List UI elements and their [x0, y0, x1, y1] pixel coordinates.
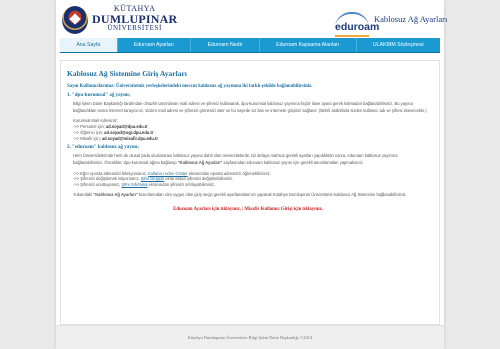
help-post: ekranından eposta adresinizi öğrenebilir…	[187, 170, 271, 176]
page-title: Kablosuz Ağ Sistemine Giriş Ayarları	[67, 69, 187, 78]
mail-value: ad.soyad@ogr.dpu.edu.tr	[104, 129, 154, 135]
mail-value: ad.soyad@misafir.dpu.edu.tr	[101, 135, 158, 141]
para2-bold: "Kablosuz Ağ Ayarları"	[93, 191, 138, 197]
help-pre: ->> Şifrenizi unuttuysanız,	[73, 182, 122, 188]
university-emblem-icon[interactable]	[62, 6, 88, 34]
university-name[interactable]: KÜTAHYA DUMLUPINAR ÜNİVERSİTESİ	[92, 5, 177, 32]
nav-item-eduroam-nedir[interactable]: Eduroam Nedir	[191, 38, 260, 52]
kullanici-adini-goster-link[interactable]: Kullanıcı Adını Göster	[148, 171, 188, 176]
sifre-degistir-link[interactable]: Şifre Değiştir	[141, 176, 164, 181]
sifre-sifirlama-link[interactable]: Şifre Sıfırlama	[121, 182, 147, 187]
nav-item-ulakbim-sozlesmesi[interactable]: ULAKBİM Sözleşmesi	[357, 38, 440, 52]
main-content: Kablosuz Ağ Sistemine Giriş Ayarları Say…	[60, 60, 440, 325]
mail-value: ad.soyad@dpu.edu.tr	[106, 123, 148, 129]
main-nav: Ana Sayfa Eduroam Ayarları Eduroam Nedir…	[60, 38, 440, 53]
para2-a: Yukarıdaki	[73, 191, 94, 197]
mail-prefix: ->> Öğrenci için;	[73, 129, 105, 135]
eduroam-logo-text: eduroam	[335, 21, 380, 33]
eduroam-underline	[335, 35, 369, 37]
eduroam-ayarlari-link[interactable]: Eduroam Ayarları için tıklayınız.	[173, 207, 241, 212]
univ-line3: ÜNİVERSİTESİ	[107, 24, 162, 32]
mail-prefix: ->> Misafir için;	[73, 135, 102, 141]
help-post: ekranından şifrenizi sıfırlayabilirsiniz…	[147, 182, 216, 188]
section2-summary: Yukarıdaki "Kablosuz Ağ Ayarları" kısıml…	[73, 192, 428, 199]
intro-text: Sayın Kullanıcılarımız: Üniversitemiz ye…	[67, 84, 313, 89]
red-links: Eduroam Ayarları için tıklayınız. | Misa…	[67, 207, 429, 212]
help-pre: ->> Eğer eposta adresinizi bilmiyorsanız…	[73, 170, 149, 176]
footer: Kütahya Dumlupınar Üniversitesi Bilgi İş…	[56, 325, 444, 349]
help-pre: ->> Şifrenizi değiştirmek istiyorsanız,	[73, 176, 141, 182]
section1-heading: 1. "dpu-kurumsal" ağ yayını;	[67, 93, 131, 98]
para2-b: kısımlarından size uygun olan giriş seçi…	[137, 191, 407, 197]
misafir-giris-link[interactable]: Misafir Kullanıcı Girişi için tıklayınız…	[244, 207, 322, 212]
section2-paragraph: Hem Üniversitelerinde hem de ulusal yada…	[73, 153, 428, 166]
section2-heading: 2. "eduroam" kablosuz ağ yayını;	[67, 145, 139, 151]
section1-paragraph: Bilgi İşlem Daire Başkanlığı tarafından …	[73, 101, 427, 113]
para1-bold: "Kablosuz Ağ Ayarları"	[177, 159, 223, 165]
nav-item-kapsama-alanlari[interactable]: Eduroam Kapsama Alanları	[260, 38, 357, 52]
site-title: Kablosuz Ağ Ayarları	[374, 14, 448, 24]
mail-prefix: ->> Personel için;	[73, 123, 106, 129]
footer-text: Kütahya Dumlupınar Üniversitesi Bilgi İş…	[187, 335, 313, 340]
help-post: ekranından şifrenizi değiştirebilirsiniz…	[164, 176, 234, 182]
nav-item-eduroam-ayarlari[interactable]: Eduroam Ayarları	[118, 38, 192, 52]
nav-item-ana-sayfa[interactable]: Ana Sayfa	[60, 38, 118, 52]
para1-b: sayfasından eduroam kablosuz yayını için…	[222, 159, 364, 165]
eduroam-logo: eduroam	[333, 10, 379, 37]
